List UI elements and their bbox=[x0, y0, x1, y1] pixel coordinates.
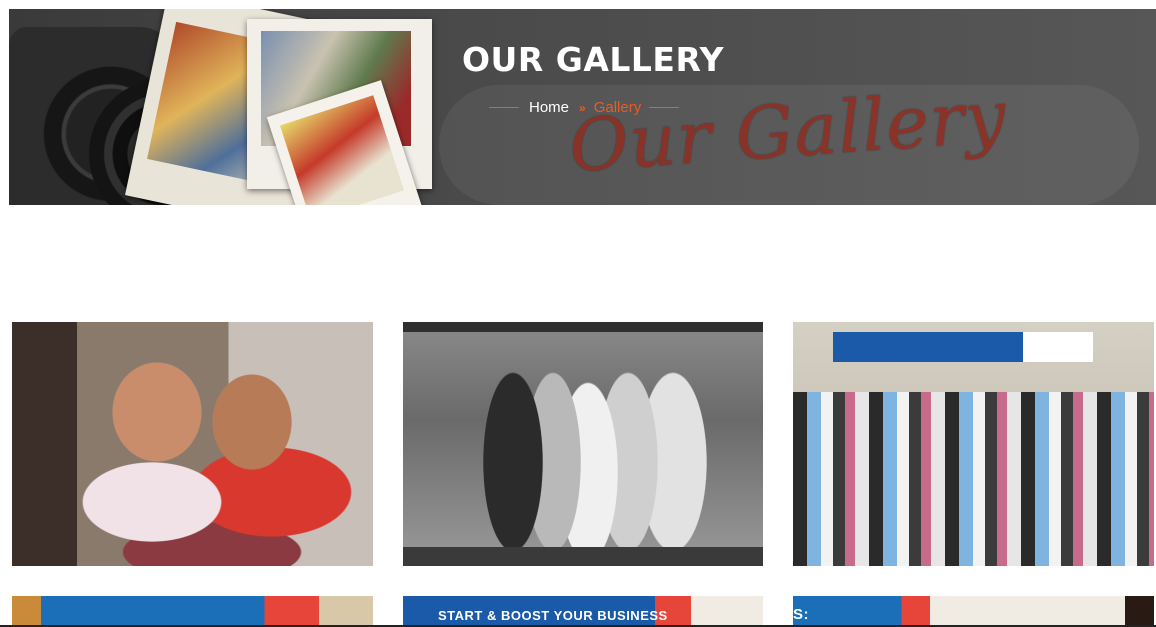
breadcrumb-line-left bbox=[489, 107, 519, 108]
page-title: OUR GALLERY bbox=[462, 40, 724, 79]
gallery-image[interactable] bbox=[12, 596, 373, 627]
gallery-image[interactable] bbox=[403, 322, 763, 566]
image-overlay-text: S: bbox=[793, 606, 809, 623]
breadcrumb-separator-icon: » bbox=[579, 100, 586, 115]
breadcrumb-current: Gallery bbox=[593, 99, 642, 116]
gallery-image[interactable]: START & BOOST YOUR BUSINESS bbox=[403, 596, 763, 627]
breadcrumb-home-link[interactable]: Home bbox=[529, 99, 569, 116]
breadcrumb: Home » Gallery bbox=[489, 99, 680, 116]
image-overlay-text: START & BOOST YOUR BUSINESS bbox=[438, 608, 668, 623]
gallery-image[interactable]: S: bbox=[793, 596, 1154, 627]
gallery-image[interactable] bbox=[793, 322, 1154, 566]
breadcrumb-line-right bbox=[649, 107, 680, 108]
gallery-image[interactable] bbox=[12, 322, 373, 566]
